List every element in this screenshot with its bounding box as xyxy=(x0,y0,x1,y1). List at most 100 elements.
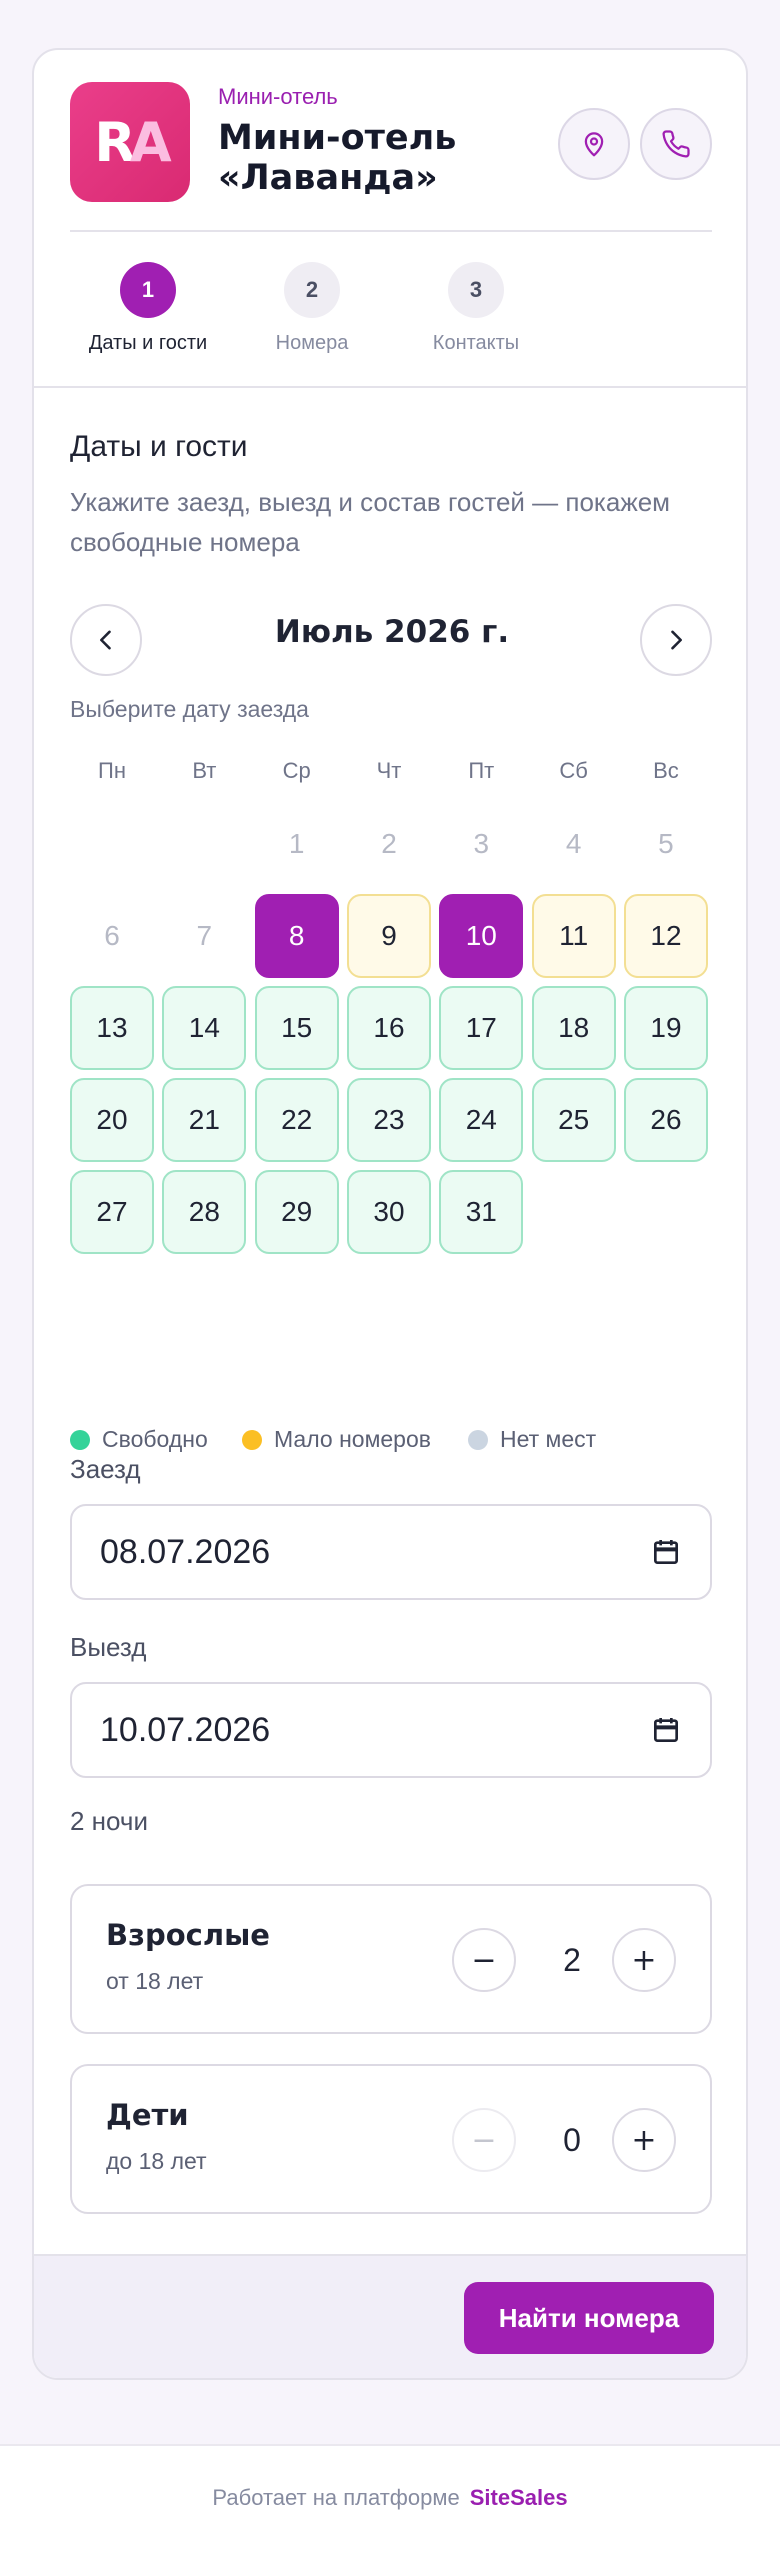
children-title: Дети xyxy=(106,2098,189,2132)
calendar-icon[interactable] xyxy=(650,1536,682,1568)
calendar-day[interactable]: 23 xyxy=(346,1078,431,1162)
logo-letter-a: A xyxy=(129,110,172,174)
calendar-day[interactable]: 22 xyxy=(254,1078,339,1162)
children-card: Дети до 18 лет − 0 + xyxy=(70,2064,712,2214)
nights-count: 2 ночи xyxy=(70,1806,148,1836)
calendar-day[interactable]: 31 xyxy=(439,1170,524,1254)
checkin-value: 08.07.2026 xyxy=(100,1532,271,1571)
calendar-icon[interactable] xyxy=(650,1714,682,1746)
weekday-label: Ср xyxy=(282,758,311,783)
checkin-label: Заезд xyxy=(70,1454,141,1484)
step-number: 3 xyxy=(448,262,504,318)
adults-subtitle: от 18 лет xyxy=(106,1968,204,1994)
calendar-hint: Выберите дату заезда xyxy=(70,696,309,722)
legend-label: Свободно xyxy=(102,1426,208,1452)
action-bar: Найти номера xyxy=(34,2254,746,2378)
calendar-day[interactable]: 17 xyxy=(439,986,524,1070)
step-dates-guests[interactable]: 1 Даты и гости xyxy=(68,262,228,355)
weekday-label: Пн xyxy=(98,758,126,783)
calendar-day[interactable]: 9 xyxy=(346,894,431,978)
adults-count: 2 xyxy=(563,1941,581,1978)
booking-card: RA Мини-отель Мини-отель «Лаванда» 1 Дат… xyxy=(32,48,748,2380)
calendar-day: 2 xyxy=(381,828,397,859)
chevron-right-icon xyxy=(671,630,682,650)
step-label: Даты и гости xyxy=(88,332,208,354)
legend-few: Мало номеров xyxy=(242,1426,431,1453)
calendar-day[interactable]: 25 xyxy=(531,1078,616,1162)
calendar-day[interactable]: 27 xyxy=(70,1170,154,1254)
calendar-day[interactable]: 8 xyxy=(254,894,339,978)
section-title: Даты и гости xyxy=(70,430,248,463)
calendar-day[interactable]: 10 xyxy=(439,894,524,978)
month-title: Июль 2026 г. xyxy=(274,614,510,650)
page-footer: Работает на платформе SiteSales xyxy=(0,2444,780,2550)
hotel-name: Мини-отель «Лаванда» xyxy=(218,118,457,198)
calendar-day: 6 xyxy=(104,920,120,951)
children-subtitle: до 18 лет xyxy=(106,2148,207,2174)
adults-increment-button[interactable]: + xyxy=(612,1928,676,1992)
calendar-day[interactable]: 18 xyxy=(531,986,616,1070)
calendar-day[interactable]: 21 xyxy=(162,1078,247,1162)
legend-dot xyxy=(242,1429,262,1450)
adults-title: Взрослые xyxy=(106,1918,270,1952)
calendar-day: 4 xyxy=(565,828,582,859)
checkout-value: 10.07.2026 xyxy=(100,1710,271,1749)
calendar-day[interactable]: 11 xyxy=(531,894,616,978)
calendar-day[interactable]: 26 xyxy=(623,1078,708,1162)
header-divider xyxy=(70,230,712,232)
footer-brand-link[interactable]: SiteSales xyxy=(470,2485,568,2511)
legend-label: Нет мест xyxy=(500,1426,597,1452)
footer-text: Работает на платформе xyxy=(212,2485,460,2510)
chevron-left-icon xyxy=(100,630,111,650)
checkout-input[interactable]: 10.07.2026 xyxy=(70,1682,712,1778)
calendar-day: 5 xyxy=(658,828,674,859)
weekday-label: Пт xyxy=(468,758,495,783)
steps-divider xyxy=(34,386,746,388)
calendar-day[interactable]: 15 xyxy=(254,986,339,1070)
step-label: Контакты xyxy=(432,332,520,354)
adults-decrement-button[interactable]: − xyxy=(452,1928,516,1992)
location-pin-icon xyxy=(584,132,604,157)
children-increment-button[interactable]: + xyxy=(612,2108,676,2172)
prev-month-button[interactable] xyxy=(70,604,142,676)
calendar-day[interactable]: 16 xyxy=(346,986,431,1070)
hotel-type: Мини-отель xyxy=(218,84,338,109)
weekday-label: Чт xyxy=(376,758,402,783)
calendar-day[interactable]: 24 xyxy=(439,1078,524,1162)
location-button[interactable] xyxy=(558,108,630,180)
calendar-day[interactable]: 28 xyxy=(162,1170,247,1254)
step-rooms[interactable]: 2 Номера xyxy=(232,262,392,355)
next-month-button[interactable] xyxy=(640,604,712,676)
step-contacts[interactable]: 3 Контакты xyxy=(396,262,556,355)
hotel-logo: RA xyxy=(70,82,190,202)
logo-letter-r: R xyxy=(94,110,136,174)
calendar-day[interactable]: 19 xyxy=(623,986,708,1070)
calendar-day[interactable]: 13 xyxy=(70,986,154,1070)
legend-label: Мало номеров xyxy=(274,1426,431,1452)
children-count: 0 xyxy=(563,2121,581,2158)
legend-dot xyxy=(70,1429,90,1450)
calendar-day: 1 xyxy=(288,828,305,859)
children-decrement-button[interactable]: − xyxy=(452,2108,516,2172)
calendar-day[interactable]: 12 xyxy=(623,894,708,978)
find-rooms-button[interactable]: Найти номера xyxy=(464,2282,714,2354)
phone-button[interactable] xyxy=(640,108,712,180)
section-description: Укажите заезд, выезд и состав гостей — п… xyxy=(70,487,671,557)
calendar-day[interactable]: 14 xyxy=(162,986,247,1070)
calendar-day: 7 xyxy=(196,920,213,951)
step-label: Номера xyxy=(275,332,349,354)
calendar-day: 3 xyxy=(473,828,490,859)
weekday-label: Вс xyxy=(653,758,679,783)
adults-card: Взрослые от 18 лет − 2 + xyxy=(70,1884,712,2034)
calendar-day[interactable]: 20 xyxy=(70,1078,154,1162)
weekday-label: Сб xyxy=(559,758,588,783)
weekday-label: Вт xyxy=(192,758,217,783)
legend-dot xyxy=(468,1429,488,1450)
legend-free: Свободно xyxy=(70,1426,208,1453)
calendar-day[interactable]: 29 xyxy=(254,1170,339,1254)
calendar-day[interactable]: 30 xyxy=(346,1170,431,1254)
checkout-label: Выезд xyxy=(70,1632,147,1662)
step-number: 2 xyxy=(284,262,340,318)
checkin-input[interactable]: 08.07.2026 xyxy=(70,1504,712,1600)
phone-icon xyxy=(662,130,690,158)
